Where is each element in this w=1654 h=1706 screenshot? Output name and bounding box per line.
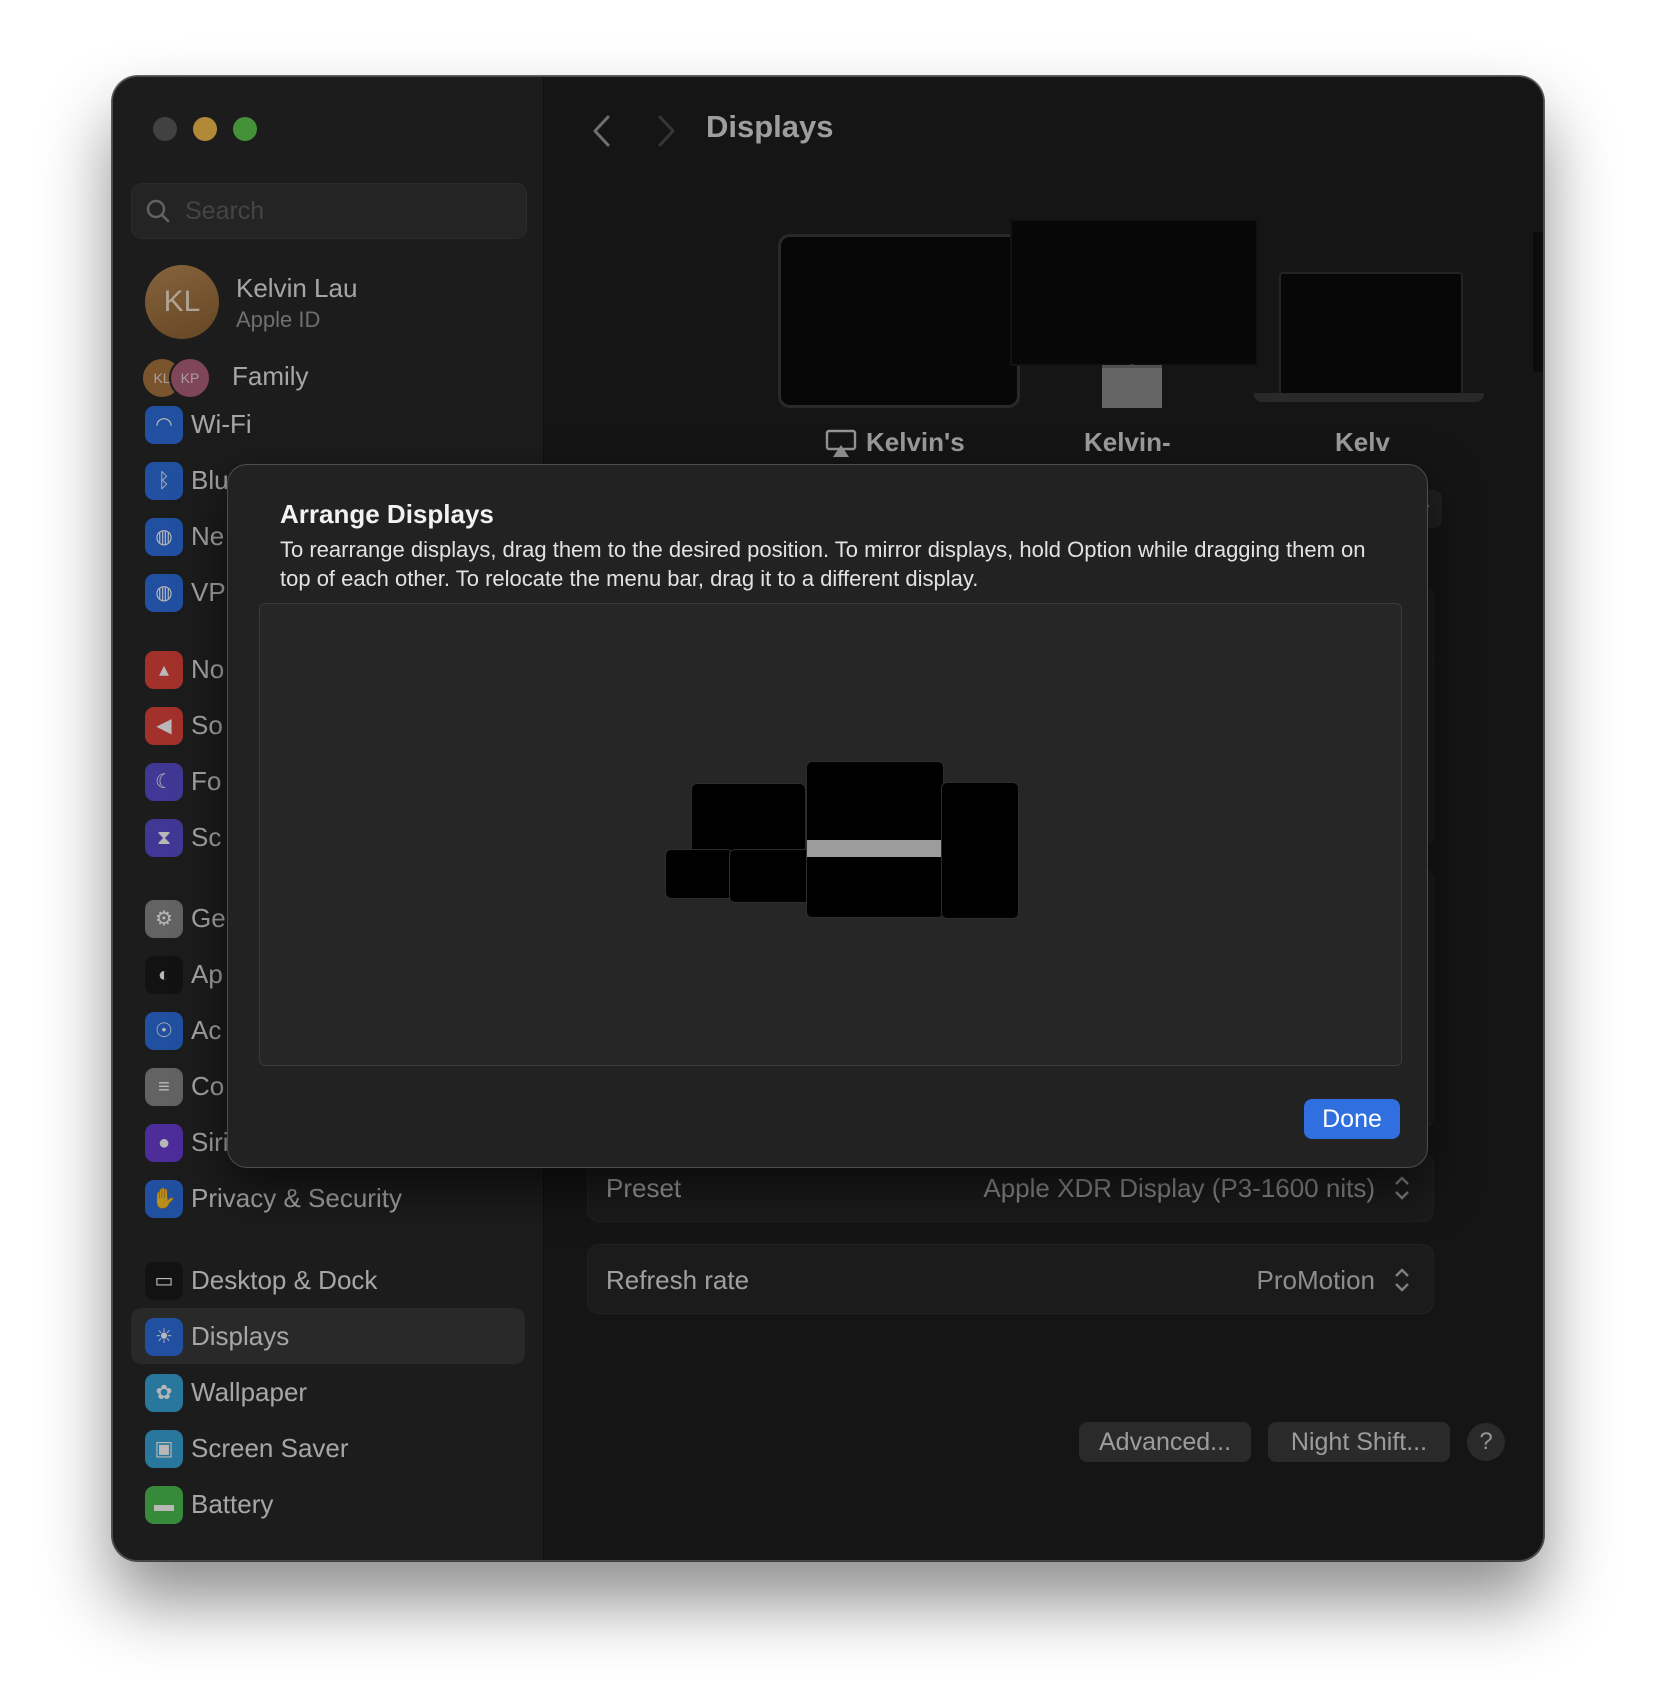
sidebar-item-dock[interactable]: ▭ Desktop & Dock — [131, 1252, 525, 1308]
focus-icon: ☾ — [145, 763, 183, 801]
help-button[interactable]: ? — [1467, 1423, 1505, 1461]
notifications-icon: ▴ — [145, 651, 183, 689]
arrangement-canvas[interactable] — [259, 603, 1402, 1066]
sidebar-item-label: Ac — [191, 1015, 222, 1045]
sound-icon: ◀ — [145, 707, 183, 745]
arranged-display-left-small[interactable] — [665, 849, 733, 899]
sidebar-item-screen-saver[interactable]: ▣ Screen Saver — [131, 1420, 525, 1476]
avatar: KL — [145, 265, 219, 339]
sidebar-item-wallpaper[interactable]: ✿ Wallpaper — [131, 1364, 525, 1420]
arranged-display-left-top[interactable] — [691, 783, 806, 855]
wallpaper-icon: ✿ — [145, 1374, 183, 1412]
sidebar-item-label: Battery — [191, 1489, 274, 1519]
dock-icon: ▭ — [145, 1262, 183, 1300]
search-input[interactable]: Search — [131, 183, 527, 239]
display-name-3: Kelv — [1335, 427, 1390, 457]
network-icon: ◍ — [145, 518, 183, 556]
stepper-icon — [1395, 1268, 1409, 1292]
vpn-icon: ◍ — [145, 574, 183, 612]
sidebar-item-battery[interactable]: ▬ Battery — [131, 1476, 525, 1532]
family-label: Family — [232, 361, 309, 391]
appearance-icon: ◐ — [145, 956, 183, 994]
screen-time-icon: ⧗ — [145, 819, 183, 857]
settings-window: Search KL Kelvin Lau Apple ID KL KP Fami… — [112, 76, 1544, 1561]
zoom-window-button[interactable] — [233, 117, 257, 141]
accessibility-icon: ☉ — [145, 1012, 183, 1050]
search-placeholder: Search — [185, 197, 265, 225]
forward-chevron-icon[interactable] — [652, 111, 682, 151]
sidebar-item-label: Screen Saver — [191, 1433, 349, 1463]
minimize-window-button[interactable] — [193, 117, 217, 141]
arranged-display-right[interactable] — [941, 782, 1019, 919]
sidebar-item-label: Desktop & Dock — [191, 1265, 378, 1295]
arrange-displays-sheet: Arrange Displays To rearrange displays, … — [227, 464, 1428, 1168]
arranged-display-main[interactable] — [806, 761, 944, 918]
sidebar-item-label: Ap — [191, 959, 223, 989]
screen-saver-icon: ▣ — [145, 1430, 183, 1468]
stepper-icon — [1395, 1176, 1409, 1200]
close-window-button[interactable] — [153, 117, 177, 141]
display-name-1: Kelvin's — [866, 427, 965, 457]
airplay-icon — [825, 429, 857, 457]
control-center-icon: ≡ — [145, 1068, 183, 1106]
sidebar-item-hand[interactable]: ✋ Privacy & Security — [131, 1170, 525, 1226]
refresh-rate-value: ProMotion — [1256, 1265, 1376, 1295]
sidebar-item-label: Ne — [191, 521, 225, 551]
preset-label: Preset — [606, 1173, 682, 1203]
sidebar-item-label: Displays — [191, 1321, 290, 1351]
sheet-title: Arrange Displays — [280, 499, 494, 529]
menu-bar-indicator[interactable] — [807, 840, 943, 857]
account-name: Kelvin Lau — [236, 273, 358, 303]
page-title: Displays — [706, 109, 834, 144]
sidebar-item-label: Wi-Fi — [191, 409, 252, 439]
sidebar-item-label: Ge — [191, 903, 226, 933]
preset-value: Apple XDR Display (P3-1600 nits) — [983, 1173, 1375, 1203]
sidebar-item-label: Blu — [191, 465, 229, 495]
refresh-rate-row[interactable]: Refresh rate ProMotion — [587, 1244, 1434, 1314]
bluetooth-icon: ᛒ — [145, 462, 183, 500]
family-avatar-kp: KP — [169, 357, 211, 399]
sidebar-item-label: Sc — [191, 822, 222, 852]
sidebar-item-label: Fo — [191, 766, 222, 796]
sidebar-item-label: VP — [191, 577, 226, 607]
sidebar-item-wifi[interactable]: ◠ Wi-Fi — [131, 396, 525, 452]
sidebar-item-label: Wallpaper — [191, 1377, 308, 1407]
sidebar-item-label: Co — [191, 1071, 225, 1101]
general-icon: ⚙ — [145, 900, 183, 938]
account-subtitle: Apple ID — [236, 307, 321, 332]
search-icon — [146, 199, 170, 223]
wifi-icon: ◠ — [145, 406, 183, 444]
battery-icon: ▬ — [145, 1486, 183, 1524]
display-name-2: Kelvin- — [1084, 427, 1171, 457]
sheet-description: To rearrange displays, drag them to the … — [280, 537, 1366, 591]
advanced-button[interactable]: Advanced... — [1079, 1422, 1251, 1462]
night-shift-button[interactable]: Night Shift... — [1268, 1422, 1450, 1462]
back-chevron-icon[interactable] — [586, 111, 616, 151]
sidebar-item-label: Privacy & Security — [191, 1183, 402, 1213]
refresh-rate-label: Refresh rate — [606, 1265, 750, 1295]
hand-icon: ✋ — [145, 1180, 183, 1218]
arranged-display-left-bottom[interactable] — [729, 849, 811, 903]
sidebar-item-label: So — [191, 710, 223, 740]
sun-icon: ☀ — [145, 1318, 183, 1356]
sidebar-item-label: No — [191, 654, 225, 684]
sidebar-item-sun[interactable]: ☀ Displays — [131, 1308, 525, 1364]
siri-icon: ● — [145, 1124, 183, 1162]
done-button[interactable]: Done — [1304, 1099, 1400, 1139]
